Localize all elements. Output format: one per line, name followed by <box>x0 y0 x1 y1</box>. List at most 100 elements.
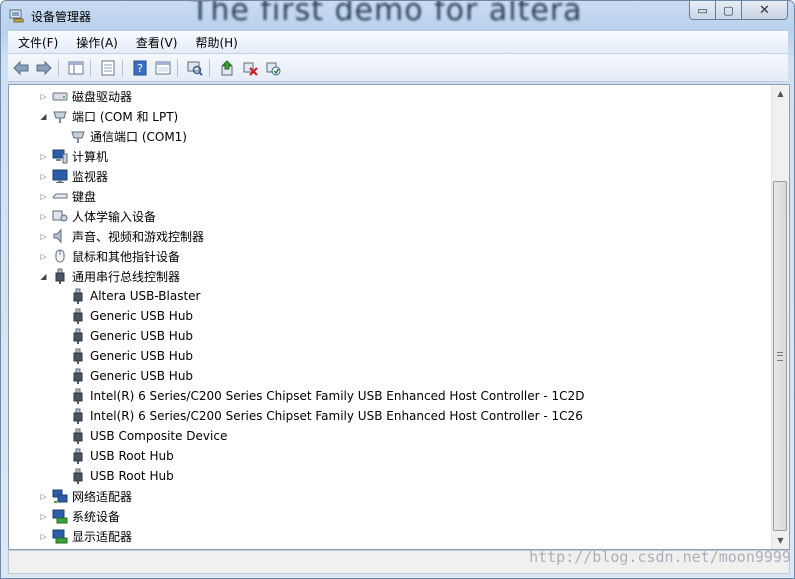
usb-icon <box>70 288 86 304</box>
properties-button[interactable] <box>98 58 118 78</box>
scan-hardware-button[interactable] <box>185 58 205 78</box>
maximize-button[interactable]: ▢ <box>716 1 742 20</box>
usb-icon <box>70 468 86 484</box>
expand-arrow-icon[interactable]: ▷ <box>39 512 48 521</box>
update-driver-button[interactable] <box>217 58 237 78</box>
toolbar-separator <box>90 58 91 77</box>
arrow-down-icon: ▼ <box>777 536 784 545</box>
scroll-thumb[interactable] <box>773 181 787 531</box>
tree-node-label: 网络适配器 <box>72 489 133 504</box>
toolbar: ? <box>8 54 788 82</box>
tree-category-row[interactable]: ▷ 键盘 <box>39 186 96 206</box>
forward-arrow-icon <box>36 60 52 75</box>
close-button[interactable]: ✕ <box>742 1 788 20</box>
title-watermark: The first demo for altera <box>191 0 583 28</box>
menu-action[interactable]: 操作(A) <box>66 34 126 51</box>
menu-bar: 文件(F) 操作(A) 查看(V) 帮助(H) <box>8 31 788 54</box>
tree-node-label: Generic USB Hub <box>90 329 194 343</box>
forward-button[interactable] <box>34 58 54 78</box>
scroll-down-button[interactable]: ▼ <box>772 532 789 549</box>
expand-arrow-icon[interactable]: ▷ <box>39 92 48 101</box>
tree-node-label: 端口 (COM 和 LPT) <box>72 109 179 124</box>
tree-node-label: 人体学输入设备 <box>72 209 157 224</box>
uninstall-button[interactable] <box>240 58 260 78</box>
caption-buttons: ▭ ▢ ✕ <box>689 1 788 20</box>
computer-icon <box>52 148 68 164</box>
expand-arrow-icon[interactable]: ▷ <box>39 192 48 201</box>
expand-arrow-icon[interactable]: ▷ <box>39 152 48 161</box>
expand-arrow-icon[interactable]: ▷ <box>39 232 48 241</box>
tree-device-row[interactable]: Generic USB Hub <box>57 366 193 386</box>
tree-node-label: 通信端口 (COM1) <box>90 129 187 144</box>
menu-help[interactable]: 帮助(H) <box>185 34 245 51</box>
tree-device-row[interactable]: 通信端口 (COM1) <box>57 126 187 146</box>
expand-arrow-icon[interactable]: ▷ <box>39 212 48 221</box>
tree-node-label: 显示适配器 <box>72 529 133 544</box>
tree-node-label: 系统设备 <box>72 509 121 524</box>
tree-node-label: Altera USB-Blaster <box>90 289 201 303</box>
scroll-up-button[interactable]: ▲ <box>772 85 789 102</box>
collapse-arrow-icon[interactable]: ◢ <box>39 272 48 281</box>
usb-icon <box>70 388 86 404</box>
tree-category-row[interactable]: ▷ 声音、视频和游戏控制器 <box>39 226 204 246</box>
update-driver-icon <box>221 59 233 75</box>
tree-category-row[interactable]: ▷ 监视器 <box>39 166 108 186</box>
title-bar[interactable]: 设备管理器 The first demo for altera ▭ ▢ ✕ <box>1 1 794 31</box>
tree-category-row[interactable]: ▷ 人体学输入设备 <box>39 206 156 226</box>
tree-category-row[interactable]: ▷ 网络适配器 <box>39 486 132 506</box>
collapse-arrow-icon[interactable]: ◢ <box>39 112 48 121</box>
tree-device-row[interactable]: Generic USB Hub <box>57 326 193 346</box>
tree-device-row[interactable]: Intel(R) 6 Series/C200 Series Chipset Fa… <box>57 386 584 406</box>
properties-icon <box>101 60 115 75</box>
arrow-up-icon: ▲ <box>777 89 784 98</box>
device-manager-window: 设备管理器 The first demo for altera ▭ ▢ ✕ 文件… <box>0 0 795 579</box>
tree-node-label: Generic USB Hub <box>90 349 194 363</box>
device-tree-panel: ▷ 磁盘驱动器 ◢ 端口 (COM 和 LPT) 通信端口 (COM1) ▷ 计算机 ▷ 监视器… <box>8 84 790 550</box>
tree-node-label: USB Composite Device <box>90 429 228 443</box>
show-hide-console-tree-button[interactable] <box>66 58 86 78</box>
tree-device-row[interactable]: USB Root Hub <box>57 466 174 486</box>
tree-category-row[interactable]: ▷ 显示适配器 <box>39 526 132 546</box>
tree-device-row[interactable]: Generic USB Hub <box>57 306 193 326</box>
vertical-scrollbar[interactable]: ▲ ▼ <box>771 85 789 549</box>
tree-node-label: Generic USB Hub <box>90 369 194 383</box>
tree-node-label: 键盘 <box>72 189 97 204</box>
expand-arrow-icon[interactable]: ▷ <box>39 532 48 541</box>
back-button[interactable] <box>11 58 31 78</box>
uninstall-icon <box>243 62 258 76</box>
tree-category-row[interactable]: ▷ 系统设备 <box>39 506 120 526</box>
menu-file[interactable]: 文件(F) <box>8 34 66 51</box>
keyboard-icon <box>52 188 68 204</box>
view-button[interactable] <box>153 58 173 78</box>
tree-device-row[interactable]: Intel(R) 6 Series/C200 Series Chipset Fa… <box>57 406 583 426</box>
tree-node-label: Intel(R) 6 Series/C200 Series Chipset Fa… <box>90 389 585 403</box>
expand-arrow-icon[interactable]: ▷ <box>39 492 48 501</box>
expand-arrow-icon[interactable]: ▷ <box>39 172 48 181</box>
tree-category-row[interactable]: ▷ 鼠标和其他指针设备 <box>39 246 180 266</box>
toolbar-separator <box>122 58 123 77</box>
device-manager-app-icon <box>9 7 25 23</box>
toolbar-separator <box>177 58 178 77</box>
tree-device-row[interactable]: USB Root Hub <box>57 446 174 466</box>
tree-category-row[interactable]: ◢ 端口 (COM 和 LPT) <box>39 106 178 126</box>
tree-device-row[interactable]: USB Composite Device <box>57 426 227 446</box>
tree-node-label: 磁盘驱动器 <box>72 89 133 104</box>
tree-category-row[interactable]: ◢ 通用串行总线控制器 <box>39 266 180 286</box>
minimize-button[interactable]: ▭ <box>689 1 716 20</box>
help-button[interactable]: ? <box>130 58 150 78</box>
enable-device-button[interactable] <box>263 58 283 78</box>
scan-hardware-icon <box>187 61 203 76</box>
tree-category-row[interactable]: ▷ 计算机 <box>39 146 108 166</box>
toolbar-separator <box>58 58 59 77</box>
tree-device-row[interactable]: Generic USB Hub <box>57 346 193 366</box>
expand-arrow-icon[interactable]: ▷ <box>39 252 48 261</box>
tree-device-row[interactable]: Altera USB-Blaster <box>57 286 200 306</box>
tree-category-row[interactable]: ▷ 磁盘驱动器 <box>39 86 132 106</box>
menu-view[interactable]: 查看(V) <box>126 34 186 51</box>
